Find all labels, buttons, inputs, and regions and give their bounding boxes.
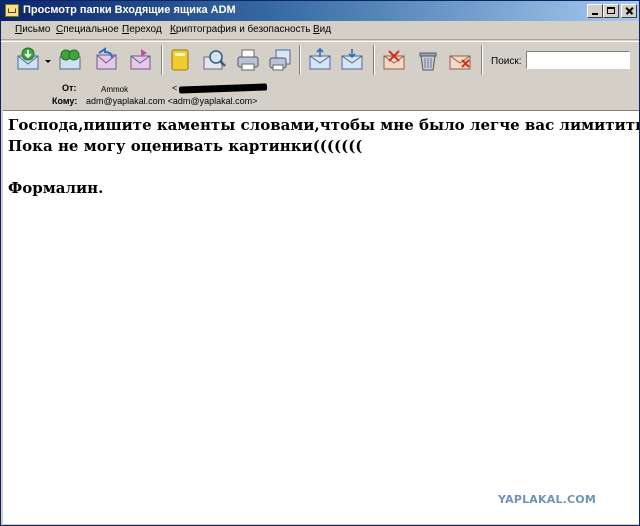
mark-spam-button[interactable] — [381, 47, 407, 73]
toolbar-separator — [481, 45, 483, 75]
menu-bar: Письмо Специальное Переход Криптография … — [1, 21, 639, 40]
delete-icon — [449, 55, 471, 70]
find-button[interactable] — [201, 47, 227, 73]
reply-button[interactable] — [93, 47, 119, 73]
menu-go-label: Переход — [122, 24, 162, 35]
mail-folder-icon — [5, 4, 19, 17]
menu-go[interactable]: Переход — [122, 24, 162, 35]
menu-view[interactable]: Вид — [313, 24, 331, 35]
message-body[interactable]: Господа,пишите каменты словами,чтобы мне… — [3, 110, 639, 524]
menu-special[interactable]: Специальное — [56, 24, 119, 35]
toolbar-separator — [299, 45, 301, 75]
get-mail-button[interactable] — [15, 47, 41, 73]
get-mail-dropdown-icon[interactable] — [45, 60, 51, 63]
to-value[interactable]: adm@yaplakal.com <adm@yaplakal.com> — [86, 96, 257, 106]
address-book-icon — [171, 49, 189, 71]
menu-special-label: Специальное — [56, 24, 119, 35]
toolbar-separator — [373, 45, 375, 75]
mark-spam-icon — [383, 50, 405, 70]
maximize-button[interactable] — [603, 4, 619, 18]
message-header: От: Ammok < Кому: adm@yaplakal.com <adm@… — [1, 80, 639, 108]
print-preview-button[interactable] — [267, 47, 293, 73]
redaction-mark — [178, 83, 268, 94]
reply-icon — [96, 47, 117, 70]
mail-window: Просмотр папки Входящие ящика ADM Письмо… — [0, 0, 640, 526]
print-icon — [237, 49, 259, 71]
trash-icon — [419, 52, 437, 71]
copy-to-folder-icon — [341, 49, 363, 70]
send-receive-button[interactable] — [57, 47, 83, 73]
message-line: Пока не могу оценивать картинки((((((( — [8, 137, 363, 155]
menu-crypto-label: Криптография и безопасность — [170, 24, 311, 35]
get-mail-icon — [17, 47, 39, 70]
watermark-logo: YAPLAKAL.COM — [498, 493, 597, 506]
print-button[interactable] — [235, 47, 261, 73]
from-label: От: — [62, 83, 77, 93]
move-to-folder-icon — [309, 47, 331, 70]
from-name[interactable]: Ammok — [101, 85, 128, 94]
message-line: Формалин. — [8, 179, 104, 197]
to-label: Кому: — [52, 96, 78, 106]
forward-icon — [130, 49, 151, 70]
minimize-button[interactable] — [587, 4, 603, 18]
send-receive-icon — [59, 49, 81, 70]
menu-letter-label: Письмо — [15, 24, 51, 35]
message-line: Господа,пишите каменты словами,чтобы мне… — [8, 116, 640, 134]
address-book-button[interactable] — [167, 47, 193, 73]
toolbar: Поиск: — [1, 41, 639, 81]
from-email-bracket: < — [172, 83, 178, 93]
trash-button[interactable] — [415, 47, 441, 73]
toolbar-separator — [161, 45, 163, 75]
search-label: Поиск: — [491, 56, 522, 67]
print-preview-icon — [269, 49, 291, 71]
copy-to-folder-button[interactable] — [339, 47, 365, 73]
menu-view-label: Вид — [313, 24, 332, 35]
menu-letter[interactable]: Письмо — [15, 24, 50, 35]
search-input[interactable] — [526, 51, 630, 69]
window-title: Просмотр папки Входящие ящика ADM — [23, 4, 236, 16]
close-button[interactable] — [621, 4, 637, 18]
forward-button[interactable] — [127, 47, 153, 73]
delete-button[interactable] — [447, 47, 473, 73]
find-icon — [203, 50, 226, 70]
menu-crypto[interactable]: Криптография и безопасность — [170, 24, 310, 35]
move-to-folder-button[interactable] — [307, 47, 333, 73]
title-bar[interactable]: Просмотр папки Входящие ящика ADM — [1, 1, 639, 21]
